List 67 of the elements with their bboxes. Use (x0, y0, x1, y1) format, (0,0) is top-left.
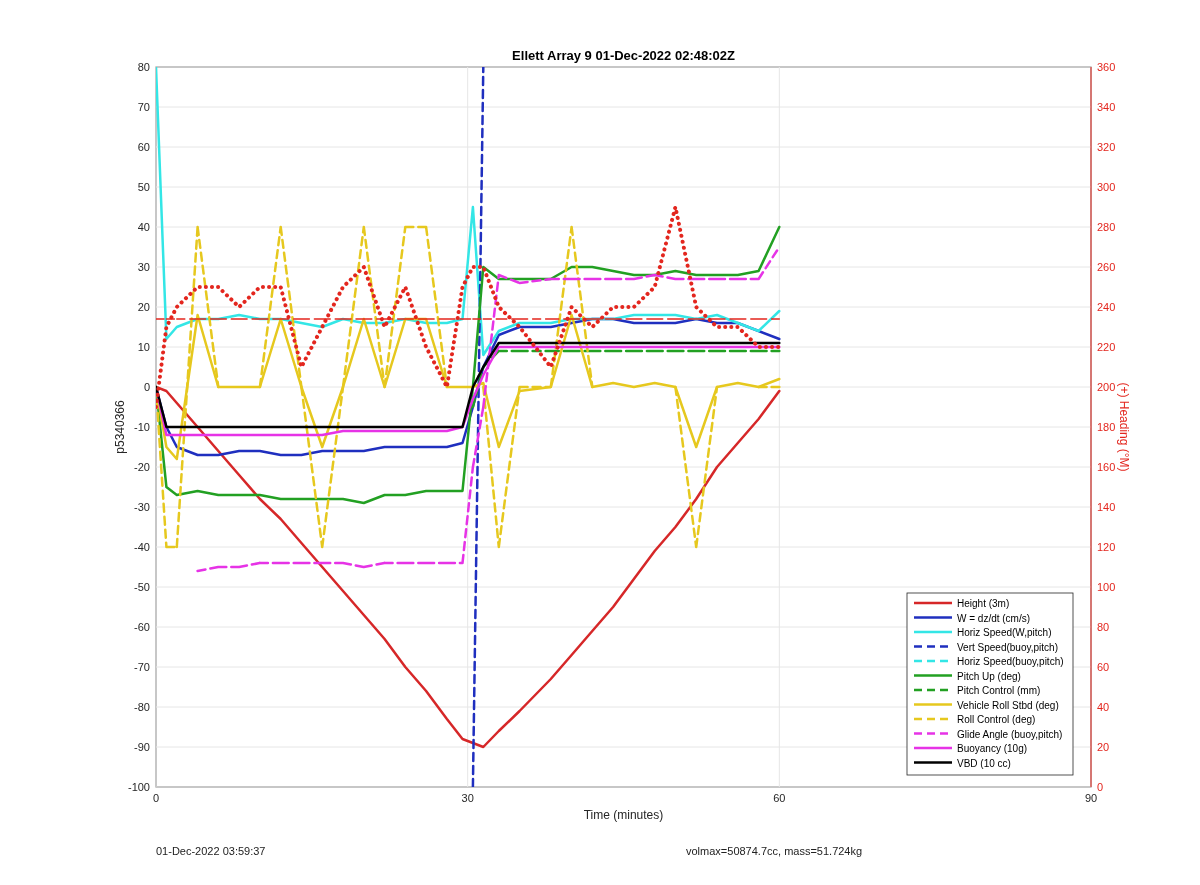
tick-label: 30 (461, 792, 474, 804)
tick-label: 20 (1097, 741, 1110, 753)
tick-label: 10 (137, 341, 150, 353)
tick-label: 140 (1097, 501, 1116, 513)
tick-label: -50 (134, 581, 150, 593)
tick-label: 340 (1097, 101, 1116, 113)
legend-swatch (914, 630, 952, 634)
tick-label: 40 (137, 221, 150, 233)
tick-label: 0 (152, 792, 160, 804)
legend-label: Vehicle Roll Stbd (deg) (957, 699, 1059, 711)
tick-label: 0 (1097, 781, 1104, 793)
tick-label: 260 (1097, 261, 1116, 273)
legend-label: Horiz Speed(W,pitch) (957, 627, 1052, 638)
tick-label: -30 (134, 501, 150, 513)
tick-label: -100 (127, 781, 150, 793)
timestamp-text: 01-Dec-2022 03:59:37 (156, 845, 267, 857)
legend-label: Buoyancy (10g) (957, 743, 1028, 754)
tick-label: -60 (134, 621, 150, 633)
tick-label: 180 (1097, 421, 1116, 433)
tick-label: 240 (1097, 301, 1116, 313)
legend-swatch (914, 703, 952, 706)
tick-label: 60 (773, 792, 786, 804)
legend-label: Glide Angle (buoy,pitch) (957, 728, 1063, 740)
tick-label: 100 (1097, 581, 1116, 593)
tick-label: 200 (1097, 381, 1116, 393)
tick-label: -70 (134, 661, 150, 673)
tick-label: 300 (1097, 181, 1116, 193)
tick-label: 80 (1097, 621, 1110, 633)
tick-label: 90 (1084, 792, 1098, 804)
tick-label: 40 (1097, 701, 1110, 713)
tick-label: 0 (143, 381, 150, 393)
tick-label: 360 (1097, 61, 1116, 73)
tick-label: 30 (137, 261, 150, 273)
legend-swatch (914, 601, 952, 605)
tick-label: 120 (1097, 541, 1116, 553)
tick-label: 60 (1097, 661, 1110, 673)
info-text: volmax=50874.7cc, mass=51.724kg (686, 845, 863, 857)
tick-label: -20 (134, 461, 150, 473)
legend-label: W = dz/dt (cm/s) (957, 612, 1031, 624)
legend-swatch (914, 674, 952, 677)
tick-label: 160 (1097, 461, 1116, 473)
legend-label: Roll Control (deg) (957, 714, 1036, 725)
tick-label: -10 (134, 421, 150, 433)
legend-swatch (914, 616, 952, 619)
chart-title: Ellett Array 9 01-Dec-2022 02:48:02Z (512, 48, 735, 63)
tick-label: 50 (137, 181, 150, 193)
tick-label: 80 (137, 61, 150, 73)
legend-swatch (914, 761, 952, 764)
legend-label: Vert Speed(buoy,pitch) (957, 641, 1058, 653)
axis-label: (+) Heading (°M) (1117, 382, 1131, 472)
tick-label: 280 (1097, 221, 1116, 233)
tick-label: 20 (137, 301, 150, 313)
tick-label: 320 (1097, 141, 1116, 153)
legend-label: Pitch Control (mm) (957, 685, 1041, 696)
axis-label: p5340366 (113, 400, 127, 454)
tick-label: 60 (137, 141, 150, 153)
tick-label: -40 (134, 541, 150, 553)
legend-label: Height (3m) (957, 598, 1010, 609)
legend-label: VBD (10 cc) (957, 757, 1011, 769)
legend-label: Pitch Up (deg) (957, 670, 1021, 682)
tick-label: -80 (134, 701, 150, 713)
legend-swatch (914, 746, 952, 750)
tick-label: -90 (134, 741, 150, 753)
tick-label: 70 (137, 101, 150, 113)
tick-label: 220 (1097, 341, 1116, 353)
axis-label: Time (minutes) (583, 808, 664, 822)
legend-label: Horiz Speed(buoy,pitch) (957, 656, 1064, 667)
